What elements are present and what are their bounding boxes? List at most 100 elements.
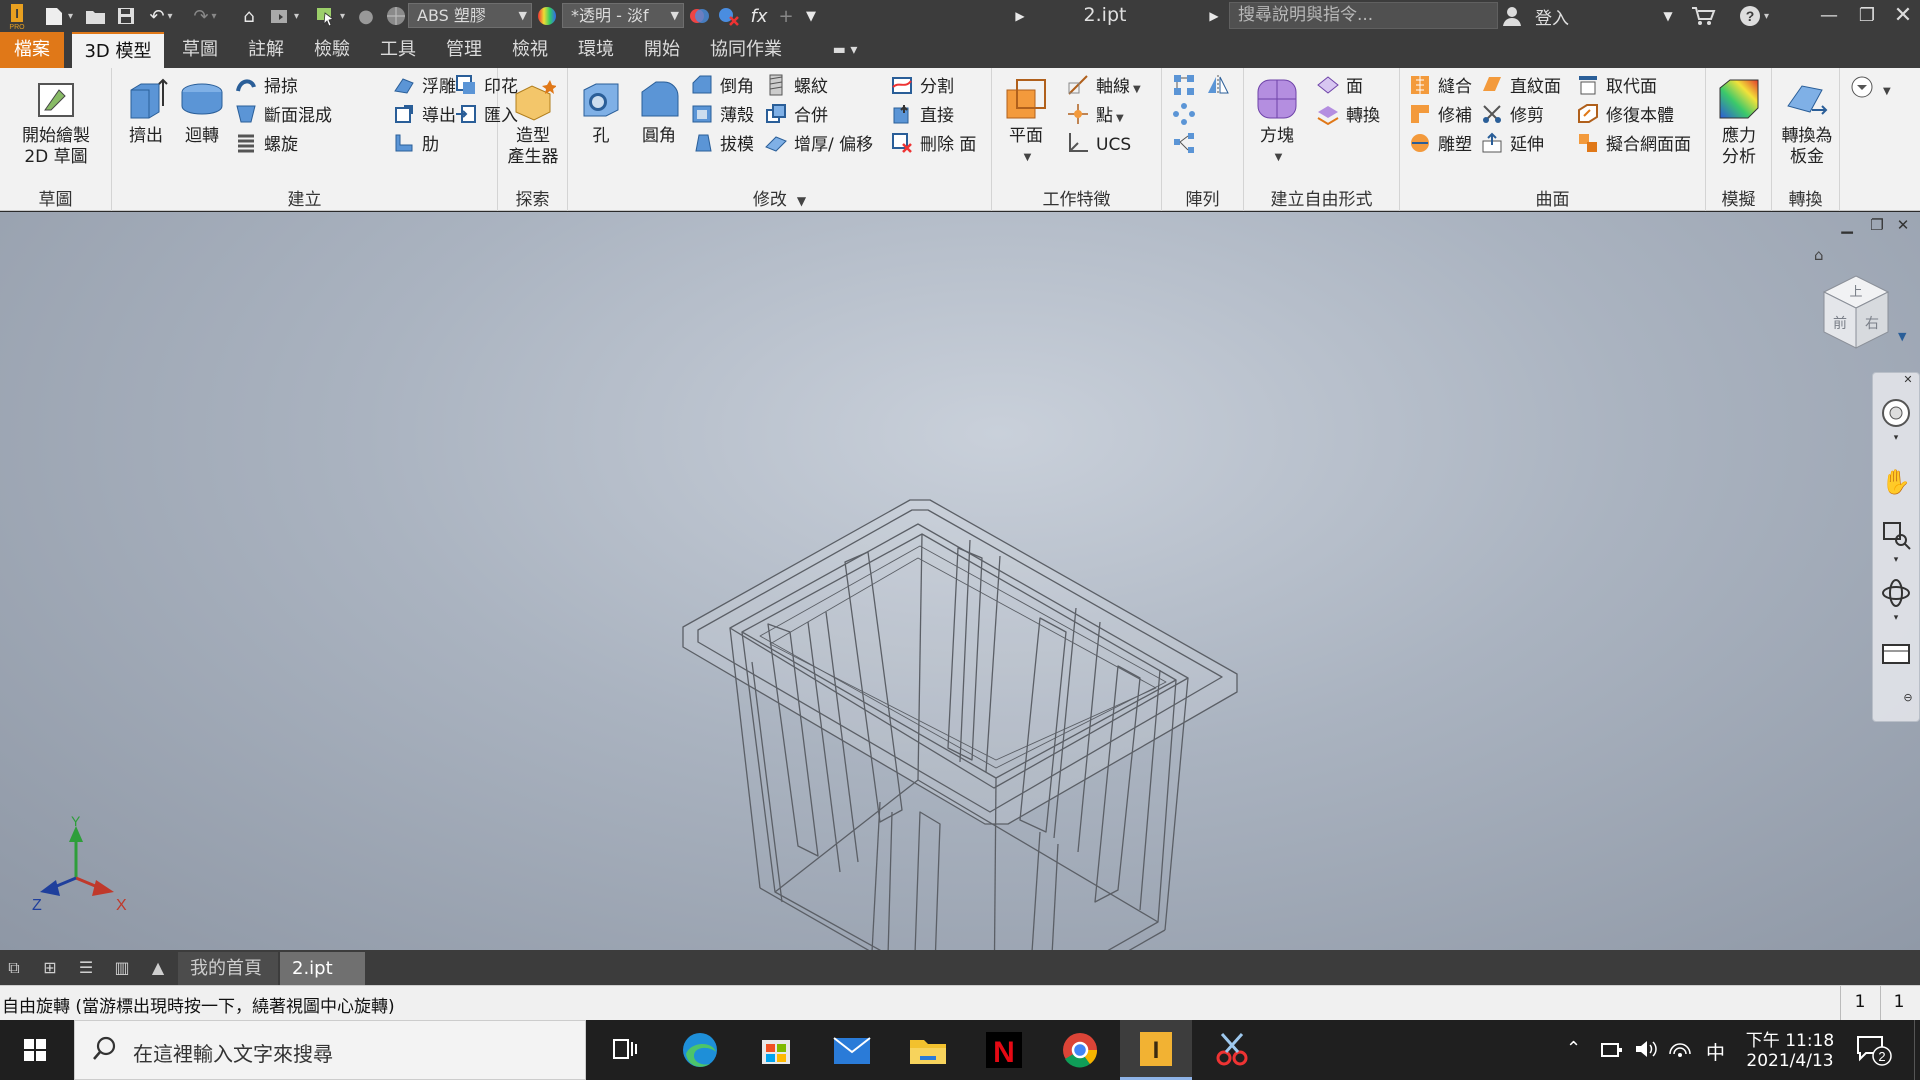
sweep-button[interactable]: 掃掠 xyxy=(234,72,298,102)
stress-analysis-button[interactable]: 應力 分析 xyxy=(1712,76,1766,168)
patch-button[interactable]: 修補 xyxy=(1408,101,1472,131)
zoom-window-icon[interactable] xyxy=(1879,519,1913,553)
inventor-logo[interactable]: I PRO xyxy=(4,2,30,30)
tab-annotate[interactable]: 註解 xyxy=(236,32,296,68)
coil-button[interactable]: 螺旋 xyxy=(234,130,298,160)
trim-surface-button[interactable]: 修剪 xyxy=(1480,101,1544,131)
plane-button[interactable]: 平面 ▼ xyxy=(998,76,1054,168)
signin-link[interactable]: 登入 xyxy=(1535,4,1569,29)
help-search-input[interactable]: 搜尋說明與指令... xyxy=(1229,2,1498,29)
look-at-icon[interactable] xyxy=(1879,637,1913,671)
draft-button[interactable]: 拔模 xyxy=(690,130,754,160)
ucs-button[interactable]: UCS xyxy=(1066,130,1131,160)
rib-button[interactable]: 肋 xyxy=(392,130,439,160)
microsoft-store-icon[interactable] xyxy=(740,1020,812,1080)
convert-to-sheet-metal-button[interactable]: 轉換為 板金 xyxy=(1776,76,1838,168)
start-2d-sketch-button[interactable]: 開始繪製 2D 草圖 xyxy=(6,76,106,168)
tab-get-started[interactable]: 開始 xyxy=(632,32,692,68)
select-filter-icon[interactable]: ▾ xyxy=(310,2,350,30)
pan-hand-icon[interactable]: ✋ xyxy=(1879,465,1913,499)
edge-browser-icon[interactable] xyxy=(664,1020,736,1080)
sculpt-button[interactable]: 雕塑 xyxy=(1408,130,1472,160)
rectangular-pattern-button[interactable] xyxy=(1172,72,1202,102)
stitch-button[interactable]: 縫合 xyxy=(1408,72,1472,102)
clear-appearance-icon[interactable] xyxy=(714,2,742,30)
delete-face-button[interactable]: 刪除 面 xyxy=(890,130,976,160)
task-view-icon[interactable] xyxy=(588,1020,660,1080)
transparent-box-model[interactable] xyxy=(0,212,1920,950)
wifi-icon[interactable] xyxy=(1668,1038,1692,1065)
fillet-button[interactable]: 圓角 xyxy=(632,76,686,147)
collapse-up-icon[interactable]: ▲ xyxy=(146,957,170,979)
mirror-button[interactable] xyxy=(1206,72,1236,102)
plus-icon[interactable]: + xyxy=(774,2,798,30)
replace-face-button[interactable]: 取代面 xyxy=(1576,72,1657,102)
extend-surface-button[interactable]: 延伸 xyxy=(1480,130,1544,160)
chevron-down-icon[interactable]: ▾ xyxy=(1879,611,1913,625)
close-window-button[interactable]: ✕ xyxy=(1886,2,1920,30)
combine-button[interactable]: 合併 xyxy=(764,101,828,131)
chevron-down-icon[interactable]: ▾ xyxy=(1879,553,1913,567)
redo-icon[interactable]: ↷ ▾ xyxy=(184,2,226,30)
chevron-down-icon[interactable]: ▼ xyxy=(1658,2,1678,30)
loft-button[interactable]: 斷面混成 xyxy=(234,101,332,131)
thread-button[interactable]: 螺紋 xyxy=(764,72,828,102)
start-button[interactable] xyxy=(0,1020,70,1080)
shape-generator-button[interactable]: 造型 產生器 xyxy=(502,76,564,168)
fit-mesh-face-button[interactable]: 擬合網面面 xyxy=(1576,130,1691,160)
panel-title-modify[interactable]: 修改 ▼ xyxy=(568,185,991,210)
restore-window-button[interactable]: ❐ xyxy=(1850,2,1884,30)
power-plug-icon[interactable] xyxy=(1600,1038,1624,1065)
viewcube-right-face[interactable]: 右 xyxy=(1865,316,1879,332)
clock-time[interactable]: 下午 11:18 xyxy=(1745,1026,1835,1051)
cart-icon[interactable] xyxy=(1688,2,1718,30)
file-explorer-icon[interactable] xyxy=(892,1020,964,1080)
taskbar-search-input[interactable]: 在這裡輸入文字來搜尋 xyxy=(74,1020,586,1080)
update-icon[interactable]: ▾ xyxy=(264,2,304,30)
help-icon[interactable]: ? ▾ xyxy=(1734,2,1774,30)
viewcube-top-face[interactable]: 上 xyxy=(1849,285,1862,300)
tile-vertical-icon[interactable]: ▥ xyxy=(110,957,134,979)
thicken-offset-button[interactable]: 增厚/ 偏移 xyxy=(764,130,873,160)
derive-button[interactable]: 導出 xyxy=(392,101,456,131)
viewcube-front-face[interactable]: 前 xyxy=(1833,315,1847,332)
new-file-icon[interactable]: ▾ xyxy=(40,2,76,30)
ime-indicator[interactable]: 中 xyxy=(1706,1038,1725,1065)
tile-windows-icon[interactable]: ⊞ xyxy=(38,957,62,979)
volume-icon[interactable] xyxy=(1634,1038,1658,1065)
open-folder-icon[interactable] xyxy=(82,2,110,30)
tab-document-2ipt[interactable]: 2.ipt ✕ xyxy=(280,952,365,1012)
cascade-windows-icon[interactable]: ⧉ xyxy=(2,957,26,979)
ribbon-options-button[interactable]: ▼ xyxy=(1850,74,1891,104)
snipping-tool-icon[interactable] xyxy=(1196,1020,1268,1080)
parameters-fx-icon[interactable]: fx xyxy=(744,2,774,30)
material-select[interactable]: ABS 塑膠 ▼ xyxy=(408,3,532,28)
freeform-face-button[interactable]: 面 xyxy=(1316,72,1363,102)
repair-bodies-button[interactable]: 修復本體 xyxy=(1576,101,1674,131)
split-button[interactable]: 分割 xyxy=(890,72,954,102)
emboss-button[interactable]: 浮雕 xyxy=(392,72,456,102)
tab-environments[interactable]: 環境 xyxy=(566,32,626,68)
save-icon[interactable] xyxy=(112,2,140,30)
viewcube-menu-icon[interactable]: ▼ xyxy=(1898,330,1906,343)
navbar-close-icon[interactable]: ✕ xyxy=(1899,371,1917,389)
direct-edit-button[interactable]: 直接 xyxy=(890,101,954,131)
show-desktop-button[interactable] xyxy=(1914,1020,1920,1080)
sketch-driven-pattern-button[interactable] xyxy=(1172,130,1202,160)
chrome-icon[interactable] xyxy=(1044,1020,1116,1080)
home-icon[interactable]: ⌂ xyxy=(236,2,262,30)
tab-view[interactable]: 檢視 xyxy=(500,32,560,68)
material-globe-icon[interactable] xyxy=(382,2,410,30)
tab-my-home[interactable]: 我的首頁 xyxy=(178,952,278,985)
freeform-box-button[interactable]: 方塊 ▼ xyxy=(1252,76,1302,168)
shell-button[interactable]: 薄殼 xyxy=(690,101,754,131)
tab-collaborate[interactable]: 協同作業 xyxy=(700,32,792,68)
physical-properties-icon[interactable]: ● xyxy=(352,2,380,30)
clock-date[interactable]: 2021/4/13 xyxy=(1745,1051,1835,1071)
viewcube[interactable]: 上 前 右 xyxy=(1810,264,1900,354)
point-button[interactable]: 點 ▼ xyxy=(1066,101,1124,131)
extrude-button[interactable]: 擠出 xyxy=(118,76,174,147)
freeform-convert-button[interactable]: 轉換 xyxy=(1316,101,1380,131)
tab-file[interactable]: 檔案 xyxy=(0,32,64,68)
customize-qat-icon[interactable]: ▼ xyxy=(798,2,824,30)
